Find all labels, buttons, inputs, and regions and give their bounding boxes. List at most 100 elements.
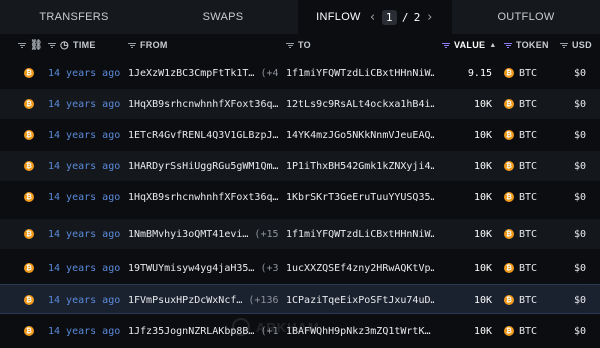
table-row[interactable]: ₿ 14 years ago 19TWUYmisyw4yg4jaH35… (+3)… bbox=[0, 253, 600, 283]
row-usd: $0 bbox=[573, 67, 586, 79]
filter-icon[interactable] bbox=[48, 42, 56, 49]
row-token[interactable]: BTC bbox=[519, 263, 537, 274]
bitcoin-icon: ₿ bbox=[24, 130, 34, 140]
header-usd[interactable]: USD bbox=[560, 34, 592, 56]
row-to-address[interactable]: 1KbrSKrT3GeEruTuuYYUSQ35… bbox=[286, 182, 434, 212]
row-token[interactable]: BTC bbox=[519, 295, 537, 306]
row-from-address[interactable]: 1HARDyrSsHiUggRGu5gWM1Qm… bbox=[128, 161, 278, 172]
row-to-address[interactable]: 12tLs9c9RsALt4ockxa1hB4i… bbox=[286, 89, 434, 119]
row-time[interactable]: 14 years ago bbox=[48, 316, 124, 346]
clock-icon: ◷ bbox=[60, 39, 70, 51]
row-from-address[interactable]: 1HqXB9srhcnwhnhfXFoxt36q… bbox=[128, 192, 278, 203]
row-from-address[interactable]: 19TWUYmisyw4yg4jaH35… bbox=[128, 263, 254, 274]
row-from-address[interactable]: 1HqXB9srhcnwhnhfXFoxt36q… bbox=[128, 99, 278, 110]
tab-inflow-label: INFLOW bbox=[316, 11, 361, 23]
header-time[interactable]: ◷ TIME bbox=[48, 34, 96, 56]
row-time[interactable]: 14 years ago bbox=[48, 219, 124, 249]
row-to-address[interactable]: 1CPaziTqeEixPoSFtJxu74uD… bbox=[286, 285, 434, 315]
filter-icon[interactable] bbox=[286, 42, 294, 49]
header-to[interactable]: TO bbox=[286, 34, 311, 56]
table-row[interactable]: ₿ 14 years ago 1JeXzW1zBC3CmpFtTk1T… (+4)… bbox=[0, 58, 600, 88]
row-time[interactable]: 14 years ago bbox=[48, 120, 124, 150]
bitcoin-icon: ₿ bbox=[24, 99, 34, 109]
tab-swaps[interactable]: SWAPS bbox=[148, 0, 298, 34]
row-token[interactable]: BTC bbox=[519, 68, 537, 79]
header-from[interactable]: FROM bbox=[128, 34, 168, 56]
row-time[interactable]: 14 years ago bbox=[48, 182, 124, 212]
row-from-address[interactable]: 1NmBMvhyi3oQMT41evi… bbox=[128, 229, 248, 240]
row-token[interactable]: BTC bbox=[519, 192, 537, 203]
tab-inflow[interactable]: INFLOW ‹ 1 / 2 › bbox=[298, 0, 452, 34]
table-row[interactable]: ₿ 14 years ago 1HARDyrSsHiUggRGu5gWM1Qm…… bbox=[0, 151, 600, 181]
bitcoin-icon: ₿ bbox=[504, 99, 514, 109]
row-value: 10K bbox=[473, 129, 492, 141]
bitcoin-icon: ₿ bbox=[504, 130, 514, 140]
row-from-address[interactable]: 1ETcR4GvfRENL4Q3V1GLBzpJ… bbox=[128, 130, 278, 141]
row-to-address[interactable]: 1f1miYFQWTzdLiCBxtHHnNiW… bbox=[286, 58, 434, 88]
row-from-more[interactable]: (+4) bbox=[260, 68, 278, 79]
row-value: 10K bbox=[473, 98, 492, 110]
table-row[interactable]: ₿ 14 years ago 1HqXB9srhcnwhnhfXFoxt36q…… bbox=[0, 89, 600, 119]
bitcoin-icon: ₿ bbox=[504, 263, 514, 273]
row-usd: $0 bbox=[573, 98, 586, 110]
bitcoin-icon: ₿ bbox=[24, 68, 34, 78]
bitcoin-icon: ₿ bbox=[24, 161, 34, 171]
link-icon[interactable]: ⛓ bbox=[30, 40, 43, 51]
row-time[interactable]: 14 years ago bbox=[48, 285, 124, 315]
header-from-label: FROM bbox=[140, 40, 168, 50]
row-time[interactable]: 14 years ago bbox=[48, 151, 124, 181]
row-time[interactable]: 14 years ago bbox=[48, 89, 124, 119]
tab-outflow[interactable]: OUTFLOW bbox=[452, 0, 600, 34]
bitcoin-icon: ₿ bbox=[504, 161, 514, 171]
prev-page-icon[interactable]: ‹ bbox=[369, 10, 377, 25]
table-row[interactable]: ₿ 14 years ago 1HqXB9srhcnwhnhfXFoxt36q…… bbox=[0, 182, 600, 212]
row-token[interactable]: BTC bbox=[519, 99, 537, 110]
row-token[interactable]: BTC bbox=[519, 326, 537, 337]
table-row[interactable]: ₿ 14 years ago 1ETcR4GvfRENL4Q3V1GLBzpJ…… bbox=[0, 120, 600, 150]
row-token[interactable]: BTC bbox=[519, 229, 537, 240]
row-to-address[interactable]: 14YK4mzJGo5NKkNnmVJeuEAQ… bbox=[286, 120, 434, 150]
row-usd: $0 bbox=[573, 325, 586, 337]
row-to-address[interactable]: 1f1miYFQWTzdLiCBxtHHnNiW… bbox=[286, 219, 434, 249]
table-header: ⛓ ◷ TIME FROM TO VALUE ▲ TOKEN USD bbox=[0, 34, 600, 56]
sort-ascending-icon[interactable]: ▲ bbox=[489, 42, 496, 49]
bitcoin-icon: ₿ bbox=[504, 229, 514, 239]
row-value: 10K bbox=[473, 160, 492, 172]
row-value: 10K bbox=[473, 191, 492, 203]
table-row[interactable]: ₿ 14 years ago 1FVmPsuxHPzDcWxNcf… (+136)… bbox=[0, 284, 600, 314]
row-usd: $0 bbox=[573, 129, 586, 141]
bitcoin-icon: ₿ bbox=[504, 295, 514, 305]
filter-icon[interactable] bbox=[504, 42, 512, 49]
bitcoin-icon: ₿ bbox=[24, 192, 34, 202]
header-value-label: VALUE bbox=[454, 40, 486, 50]
filter-icon[interactable] bbox=[128, 42, 136, 49]
row-usd: $0 bbox=[573, 160, 586, 172]
tab-transfers[interactable]: TRANSFERS bbox=[0, 0, 148, 34]
filter-icon[interactable] bbox=[560, 42, 568, 49]
filter-icon[interactable] bbox=[18, 42, 26, 49]
row-to-address[interactable]: 1P1iThxBH542Gmk1kZNXyji4… bbox=[286, 151, 434, 181]
row-time[interactable]: 14 years ago bbox=[48, 58, 124, 88]
next-page-icon[interactable]: › bbox=[426, 10, 434, 25]
header-value[interactable]: VALUE ▲ bbox=[442, 34, 497, 56]
table-row[interactable]: ₿ 14 years ago 1NmBMvhyi3oQMT41evi… (+15)… bbox=[0, 219, 600, 249]
filter-icon[interactable] bbox=[442, 42, 450, 49]
row-time[interactable]: 14 years ago bbox=[48, 253, 124, 283]
row-from-more[interactable]: (+15) bbox=[254, 229, 278, 240]
row-from-more[interactable]: (+3) bbox=[260, 263, 278, 274]
row-token[interactable]: BTC bbox=[519, 161, 537, 172]
watermark-logo: ARKHAM bbox=[232, 318, 320, 336]
header-token-filter[interactable]: ⛓ bbox=[18, 34, 43, 56]
row-from-address[interactable]: 1FVmPsuxHPzDcWxNcf… bbox=[128, 295, 242, 306]
pagination: ‹ 1 / 2 › bbox=[369, 9, 434, 25]
row-token[interactable]: BTC bbox=[519, 130, 537, 141]
row-to-address[interactable]: 1ucXXZQSEf4zny2HRwAQKtVp… bbox=[286, 253, 434, 283]
row-from-more[interactable]: (+136) bbox=[248, 295, 278, 306]
bitcoin-icon: ₿ bbox=[504, 68, 514, 78]
row-from-address[interactable]: 1JeXzW1zBC3CmpFtTk1T… bbox=[128, 68, 254, 79]
bitcoin-icon: ₿ bbox=[24, 229, 34, 239]
bitcoin-icon: ₿ bbox=[504, 326, 514, 336]
header-token[interactable]: TOKEN bbox=[504, 34, 549, 56]
row-value: 10K bbox=[473, 228, 492, 240]
row-value: 10K bbox=[473, 262, 492, 274]
